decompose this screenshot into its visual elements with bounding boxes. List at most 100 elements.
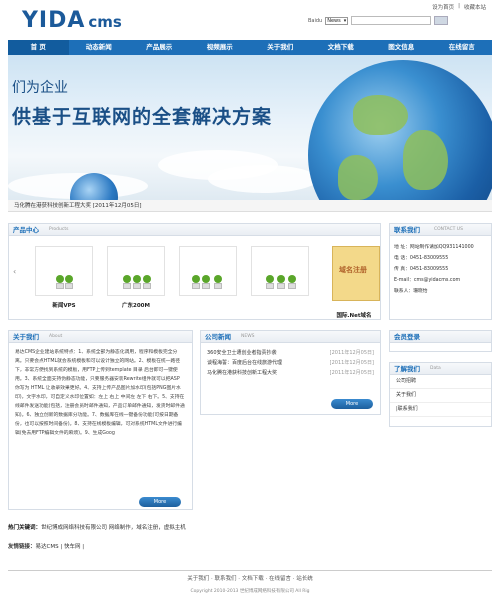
logo-text: YIDA [22,8,86,33]
product-item[interactable]: 域名注册 [332,246,380,301]
products-section: 产品中心 Products ‹ › 新闻VPS 广东200M [8,223,381,320]
about-more-button[interactable]: More [139,497,181,507]
product-image[interactable] [179,246,237,296]
nav-guestbook[interactable]: 在线留言 [432,40,493,55]
logo-cms-text: cms [88,13,122,31]
company-news-section: 公司新闻 NEWS 360安全卫士遭创业者指责抄袭 [2011年12月05日] … [200,330,381,415]
footer-nav[interactable]: 关于我们 · 联系我们 · 文档下载 · 在线留言 · 站长统 [8,570,492,582]
search-engine-label: Baidu [308,17,323,24]
banner-headline-2: 供基于互联网的全套解决方案 [12,106,273,128]
learn-title: 了解我们 [394,365,420,373]
ticker-text: 马化腾在港获科技创新工程大奖 [2011年12月05日] [14,203,142,209]
learn-header: 了解我们 Data [390,363,491,375]
nav-news[interactable]: 动态新闻 [69,40,130,55]
about-section: 关于我们 About 易达CMS企业建站系统特点：1、系统全部为静态化调用，程序… [8,330,193,510]
news-item-date: [2011年12月05日] [329,360,374,366]
news-list: 360安全卫士遭创业者指责抄袭 [2011年12月05日] 谈程海誓：百度后台在… [201,343,380,378]
contact-address: 地 址：网站制作请加QQ931141000 [394,245,474,250]
product-item[interactable] [251,246,309,301]
nav-gallery[interactable]: 图文信息 [371,40,432,55]
news-subtitle: NEWS [241,334,255,339]
keywords-label: 热门关键词： [8,525,42,531]
contact-title: 联系我们 [394,226,420,234]
keywords-text[interactable]: 世纪博成网络科技有限公司 网络制作，域名注册，虚拟主机 [41,525,186,531]
contact-header: 联系我们 CONTACT US [390,224,491,236]
news-item-title[interactable]: 360安全卫士遭创业者指责抄袭 [207,348,277,358]
links-label: 友情链接： [8,544,36,550]
globe-land [403,130,448,190]
news-more-button[interactable]: More [331,399,373,409]
products-subtitle: Products [49,227,69,232]
search-area: Baidu News [308,16,449,25]
contact-subtitle: CONTACT US [434,227,463,232]
news-item-title[interactable]: 谈程海誓：百度后台在线旅游代理 [207,358,282,368]
news-item-date: [2011年12月05日] [329,370,374,376]
contact-email: E-mail：cms@yidacms.com [394,278,461,283]
contact-section: 联系我们 CONTACT US 地 址：网站制作请加QQ931141000 电 … [389,223,492,320]
product-name[interactable]: 国际.Net域名 [330,311,378,319]
nav-about[interactable]: 关于我们 [250,40,311,55]
member-login-section: 会员登录 [389,330,492,352]
product-item[interactable]: 新闻VPS [35,246,93,309]
about-description: 易达CMS企业建站系统特点：1、系统全部为静态化调用，程序和模板完全分离。只要会… [15,350,185,436]
nav-videos[interactable]: 视频展示 [190,40,251,55]
banner-headline-1: 们为企业 [12,80,68,96]
domain-promo-label: 域名注册 [339,266,367,274]
learn-subtitle: Data [430,366,441,371]
news-title: 公司新闻 [205,333,231,341]
links-text[interactable]: 易达CMS | 快车网 | [36,544,85,550]
product-image[interactable] [251,246,309,296]
nav-products[interactable]: 产品展示 [129,40,190,55]
contact-info: 地 址：网站制作请加QQ931141000 电 话：0451-83009555 … [390,236,491,297]
product-item[interactable]: 广东200M [107,246,165,309]
banner-news-ticker[interactable]: 马化腾在港获科技创新工程大奖 [2011年12月05日] [8,200,492,212]
product-name[interactable]: 新闻VPS [35,301,93,309]
news-header: 公司新闻 NEWS [201,331,380,343]
product-name[interactable]: 广东200M [107,301,165,309]
site-header: YIDA cms 设为首页 | 收藏本站 Baidu News [8,0,492,40]
nav-downloads[interactable]: 文档下载 [311,40,372,55]
news-item-title[interactable]: 马化腾在港获科技创新工程大奖 [207,368,277,378]
products-header: 产品中心 Products [9,224,380,236]
hero-banner[interactable]: 们为企业 供基于互联网的全套解决方案 [8,55,492,200]
learn-item-contact[interactable]: |联系我们 [390,403,491,417]
member-header[interactable]: 会员登录 [390,331,491,343]
about-title: 关于我们 [13,333,39,341]
nav-home[interactable]: 首 页 [8,40,69,55]
news-item-date: [2011年12月05日] [329,350,374,356]
bookmark-link[interactable]: 收藏本站 [464,3,486,11]
product-image[interactable] [35,246,93,296]
news-item[interactable]: 马化腾在港获科技创新工程大奖 [2011年12月05日] [207,368,374,378]
learn-item-jobs[interactable]: 公司招聘 [390,375,491,389]
contact-phone: 电 话：0451-83009555 [394,256,449,261]
friend-links: 友情链接：易达CMS | 快车网 | [8,542,492,550]
globe-illustration [308,60,492,200]
search-button[interactable] [434,16,449,25]
product-carousel: ‹ › 新闻VPS 广东200M [9,242,382,319]
globe-land [353,95,408,135]
globe-land [338,155,378,200]
contact-person: 联系人：珊晓怡 [394,289,428,294]
search-input[interactable] [351,16,432,25]
cloud-shape [208,165,318,193]
site-logo[interactable]: YIDA cms [22,8,122,34]
about-subtitle: About [49,334,63,339]
about-header: 关于我们 About [9,331,192,343]
hot-keywords: 热门关键词：世纪博成网络科技有限公司 网络制作，域名注册，虚拟主机 [8,523,492,531]
member-title[interactable]: 会员登录 [394,331,420,343]
news-item[interactable]: 360安全卫士遭创业者指责抄袭 [2011年12月05日] [207,348,374,358]
products-title: 产品中心 [13,226,39,234]
copyright: Copyright 2010-2013 世纪博成网络科技有限公司 All Rig [190,589,310,594]
top-links-divider: | [458,3,460,9]
set-homepage-link[interactable]: 设为首页 [432,3,454,11]
main-nav: 首 页 动态新闻 产品展示 视频展示 关于我们 文档下载 图文信息 在线留言 [8,40,492,55]
search-category-select[interactable]: News [325,16,349,25]
learn-item-about[interactable]: 关于我们 [390,389,491,403]
learn-section: 了解我们 Data 公司招聘 关于我们 |联系我们 [389,362,492,427]
product-image[interactable] [107,246,165,296]
news-item[interactable]: 谈程海誓：百度后台在线旅游代理 [2011年12月05日] [207,358,374,368]
top-links: 设为首页 | 收藏本站 [432,3,486,11]
contact-fax: 传 真：0451-83009555 [394,267,449,272]
carousel-prev-icon[interactable]: ‹ [13,267,16,276]
product-item[interactable] [179,246,237,301]
